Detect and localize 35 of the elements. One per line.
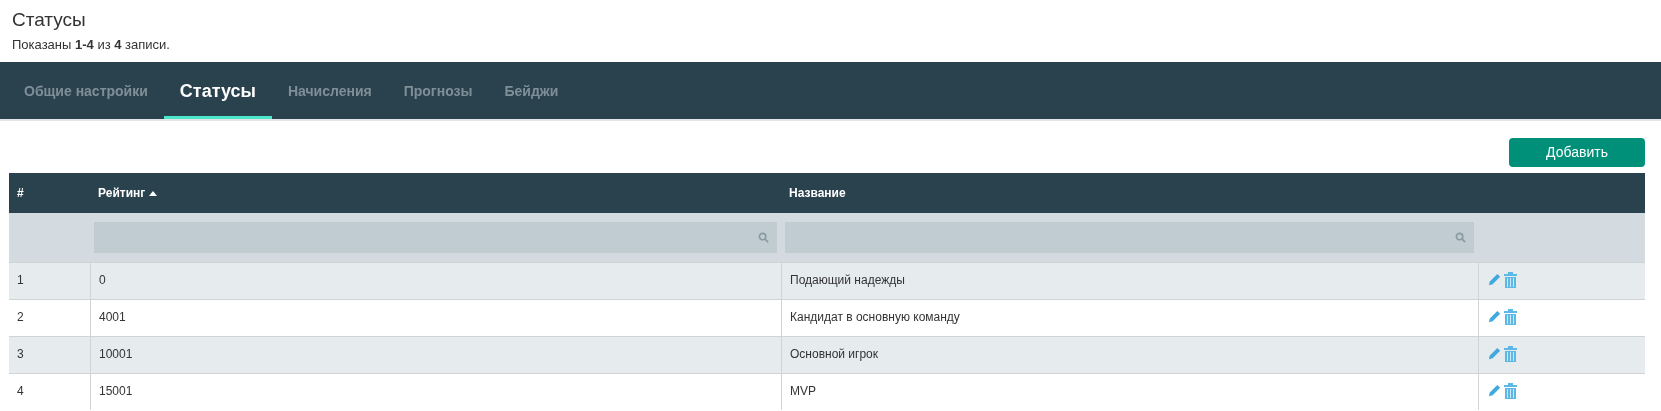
tab[interactable]: Бейджи	[488, 62, 575, 119]
search-icon	[1455, 232, 1466, 243]
column-header[interactable]: #	[17, 184, 24, 202]
trash-icon[interactable]	[1504, 309, 1517, 325]
table-cell: Подающий надежды	[790, 273, 905, 287]
table-cell: 10001	[99, 347, 133, 361]
pencil-icon[interactable]	[1487, 272, 1502, 287]
table-cell: 4001	[99, 310, 126, 324]
pencil-icon[interactable]	[1487, 383, 1502, 398]
filter-field[interactable]	[94, 222, 777, 253]
table-cell: 15001	[99, 384, 133, 398]
tab[interactable]: Статусы	[163, 62, 272, 119]
table-cell: 3	[17, 347, 24, 361]
table-cell: 4	[17, 384, 24, 398]
table-cell: 2	[17, 310, 24, 324]
table-cell: Основной игрок	[790, 347, 879, 361]
trash-icon[interactable]	[1504, 346, 1517, 362]
search-icon	[758, 232, 769, 243]
tab[interactable]: Начисления	[271, 62, 388, 119]
tab[interactable]: Общие настройки	[8, 62, 164, 119]
filter-field[interactable]	[785, 222, 1474, 253]
trash-icon[interactable]	[1504, 383, 1517, 399]
table-cell: 0	[99, 273, 106, 287]
tab[interactable]: Прогнозы	[387, 62, 489, 119]
pencil-icon[interactable]	[1487, 309, 1502, 324]
table-cell: 1	[17, 273, 24, 287]
page-title: Статусы	[12, 8, 87, 32]
table-cell: MVP	[790, 384, 816, 398]
trash-icon[interactable]	[1504, 272, 1517, 288]
column-header[interactable]: Рейтинг	[98, 184, 146, 202]
add-button[interactable]: Добавить	[1509, 138, 1645, 167]
records-summary: Показаны 1-4 из 4 записи.	[12, 37, 170, 52]
table-cell: Кандидат в основную команду	[790, 310, 960, 324]
pencil-icon[interactable]	[1487, 346, 1502, 361]
column-header[interactable]: Название	[789, 184, 846, 202]
